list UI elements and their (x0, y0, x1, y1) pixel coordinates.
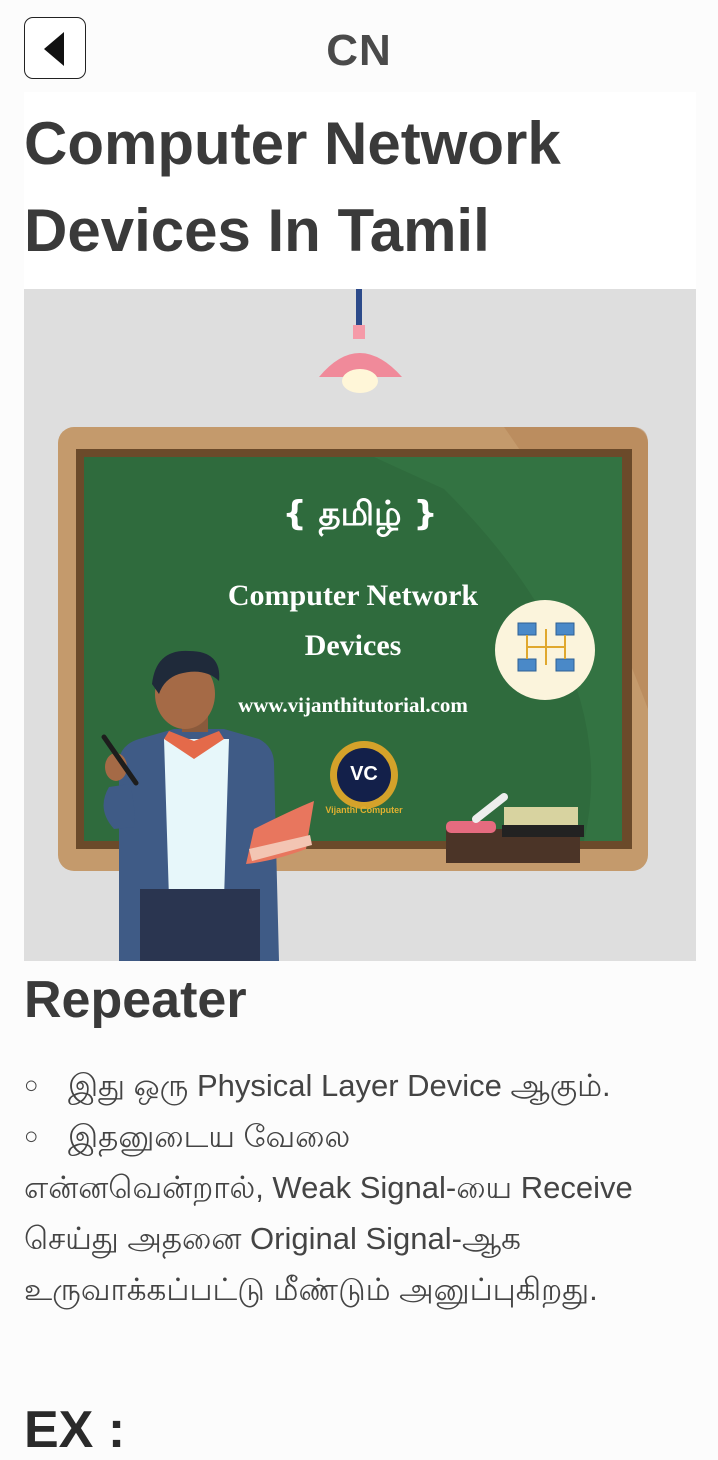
list-item-continuation: என்னவென்றால், Weak Signal-யை Receive செய… (24, 1170, 633, 1307)
list-item-text: இது ஒரு Physical Layer Device ஆகும். (68, 1068, 611, 1103)
top-bar: CN (0, 0, 718, 95)
hero-image: { தமிழ் } Computer Network Devices www.v… (24, 289, 696, 961)
article-header: Computer Network Devices In Tamil (24, 92, 696, 289)
board-title-line2: Devices (304, 629, 402, 662)
board-url: www.vijanthitutorial.com (238, 693, 468, 717)
classroom-illustration (58, 289, 648, 961)
app-title: CN (326, 26, 392, 75)
bullet-icon: ○ (24, 1072, 39, 1099)
board-tag: { தமிழ் } (282, 494, 438, 534)
board-title-line1: Computer Network (227, 579, 479, 612)
section-heading: Repeater (24, 971, 247, 1029)
logo-caption: Vijanthi Computer (325, 805, 403, 815)
list-item: ○ இது ஒரு Physical Layer Device ஆகும். (24, 1060, 696, 1111)
logo-monogram: VC (350, 763, 378, 785)
example-heading: EX : (24, 1401, 126, 1459)
bullet-icon: ○ (24, 1123, 39, 1150)
list-item-text-line1: இதனுடைய வேலை (68, 1119, 351, 1154)
feature-list: ○ இது ஒரு Physical Layer Device ஆகும். ○… (24, 1060, 696, 1315)
page-title: Computer Network Devices In Tamil (24, 110, 561, 264)
list-item: ○ இதனுடைய வேலை (24, 1111, 696, 1162)
